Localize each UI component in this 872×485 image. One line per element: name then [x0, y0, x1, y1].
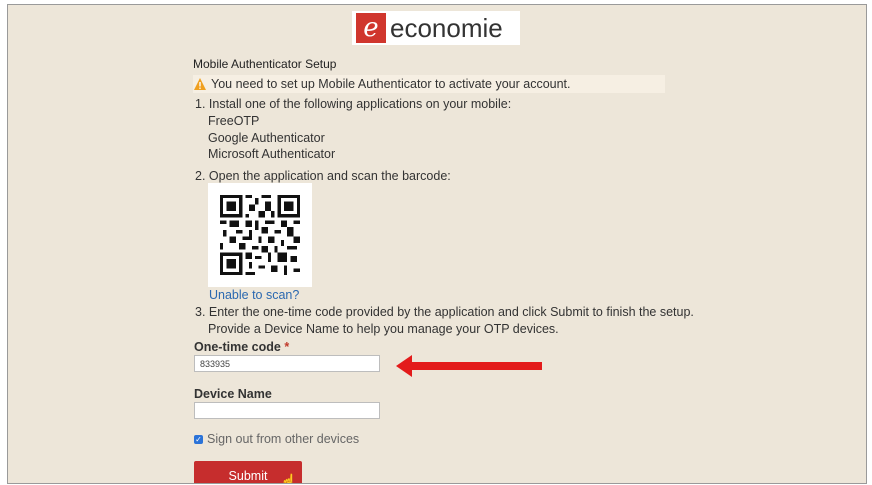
qr-code-image — [220, 195, 300, 275]
red-arrow-annotation — [396, 355, 542, 377]
step-1-text: 1. Install one of the following applicat… — [195, 97, 512, 111]
app-item: Microsoft Authenticator — [208, 147, 336, 161]
browser-viewport: e economie Mobile Authenticator Setup Yo… — [7, 4, 867, 484]
warning-banner: You need to set up Mobile Authenticator … — [193, 75, 665, 93]
warning-text: You need to set up Mobile Authenticator … — [211, 77, 571, 91]
cursor-hand-icon: ☝ — [280, 473, 298, 484]
device-name-input[interactable] — [194, 402, 380, 419]
step-3-subtext: Provide a Device Name to help you manage… — [208, 322, 559, 336]
signout-label: Sign out from other devices — [207, 432, 360, 446]
signout-checkbox[interactable]: ✓ — [194, 435, 203, 444]
submit-button[interactable]: Submit ☝ — [194, 461, 302, 484]
app-item: FreeOTP — [208, 114, 260, 128]
required-marker: * — [284, 340, 290, 354]
device-name-label: Device Name — [194, 387, 272, 401]
qr-code — [208, 183, 312, 287]
submit-label: Submit — [228, 469, 268, 483]
otp-label: One-time code * — [194, 340, 289, 354]
otp-label-text: One-time code — [194, 340, 281, 354]
warning-icon — [194, 78, 206, 90]
unable-to-scan-link[interactable]: Unable to scan? — [209, 288, 299, 302]
step-3-text: 3. Enter the one-time code provided by t… — [195, 305, 694, 319]
logo-text: economie — [390, 12, 503, 43]
page-title: Mobile Authenticator Setup — [193, 57, 337, 71]
app-item: Google Authenticator — [208, 131, 325, 145]
logo-mark: e — [356, 13, 386, 43]
economie-logo: e economie — [352, 11, 520, 45]
otp-input[interactable] — [194, 355, 380, 372]
step-2-text: 2. Open the application and scan the bar… — [195, 169, 451, 183]
